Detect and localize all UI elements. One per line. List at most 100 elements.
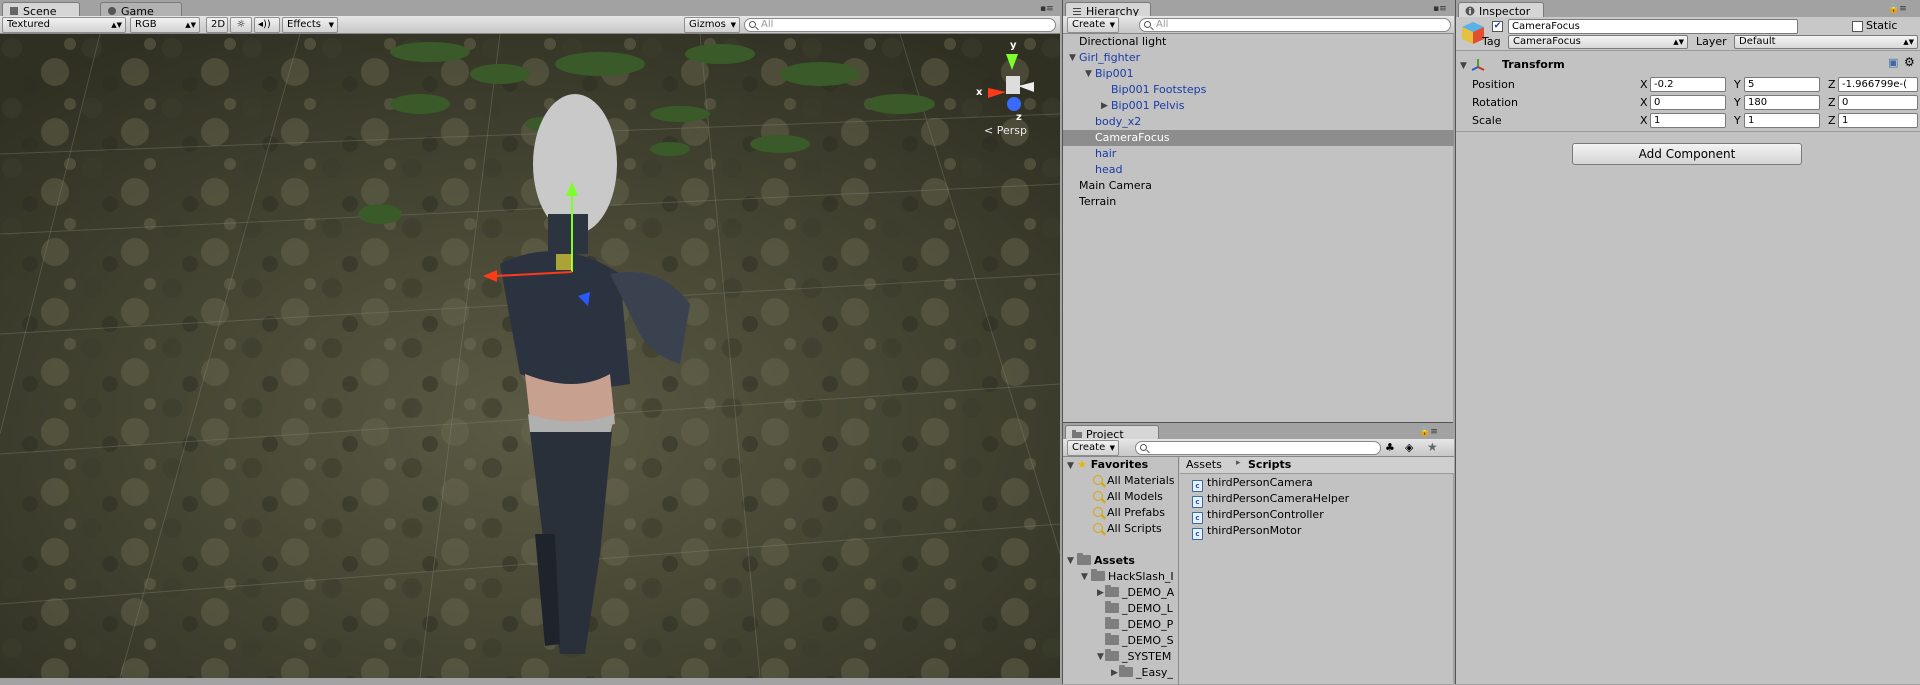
breadcrumb-scripts[interactable]: Scripts [1248, 458, 1291, 471]
scale-x-field[interactable]: 1 [1650, 113, 1726, 128]
position-z-field[interactable]: -1.966799e-( [1838, 77, 1918, 92]
tag-dropdown[interactable]: CameraFocus ▲▼ [1508, 35, 1688, 49]
orientation-gizmo[interactable]: y x z < Persp [970, 40, 1050, 140]
favorite-item-label: All Prefabs [1107, 506, 1165, 519]
expand-arrow-icon[interactable]: ▼ [1069, 53, 1076, 63]
folder-item[interactable]: _DEMO_L [1105, 601, 1173, 617]
folder-item[interactable]: _DEMO_P [1105, 617, 1173, 633]
axis-x-label[interactable]: X [1640, 96, 1648, 110]
file-item[interactable]: c thirdPersonMotor [1192, 523, 1301, 540]
axis-z-label[interactable]: Z [1828, 96, 1836, 110]
hierarchy-item[interactable]: hair [1095, 146, 1116, 162]
assets-header[interactable]: Assets [1077, 553, 1135, 569]
expand-arrow-icon[interactable]: ▼ [1067, 556, 1074, 566]
expand-arrow-icon[interactable]: ▼ [1097, 652, 1104, 662]
gear-icon[interactable]: ⚙ [1904, 55, 1915, 69]
scale-z-field[interactable]: 1 [1838, 113, 1918, 128]
expand-arrow-icon[interactable]: ▼ [1067, 461, 1074, 471]
panel-lock-menu-icon[interactable]: 🔒≡ [1419, 427, 1438, 437]
file-item[interactable]: c thirdPersonController [1192, 507, 1324, 524]
static-checkbox[interactable] [1852, 21, 1863, 32]
projection-label[interactable]: < Persp [984, 124, 1027, 137]
folder-item[interactable]: _Easy_ [1119, 665, 1173, 681]
project-search-input[interactable] [1135, 441, 1381, 455]
expand-arrow-icon[interactable]: ▶ [1097, 588, 1104, 598]
favorite-item[interactable]: All Models [1093, 489, 1163, 505]
transform-component: ▼ Transform ▣ ⚙ Position X -0.2 Y 5 Z -1… [1456, 52, 1920, 132]
active-checkbox[interactable]: ✔ [1492, 21, 1503, 32]
rotation-x-field[interactable]: 0 [1650, 95, 1726, 110]
object-name-input[interactable]: CameraFocus [1508, 19, 1798, 34]
breadcrumb-separator-icon: ▸ [1236, 458, 1241, 468]
object-name-value: CameraFocus [1512, 21, 1580, 32]
favorite-star-icon[interactable]: ★ [1427, 440, 1438, 454]
project-right-pane: Assets ▸ Scripts c thirdPersonCamera c thi… [1180, 457, 1454, 685]
color-mode-label: RGB [135, 19, 157, 30]
breadcrumb-assets[interactable]: Assets [1186, 458, 1222, 471]
axis-z-label[interactable]: Z [1828, 114, 1836, 128]
favorites-header[interactable]: ★ Favorites [1077, 457, 1148, 473]
hierarchy-search-input[interactable]: All [1139, 18, 1451, 32]
file-item[interactable]: c thirdPersonCamera [1192, 475, 1313, 492]
toggle-2d-button[interactable]: 2D [206, 17, 228, 33]
filter-type-icon[interactable]: ♣ [1385, 441, 1395, 454]
hierarchy-item[interactable]: head [1095, 162, 1122, 178]
hierarchy-item-selected[interactable]: CameraFocus [1095, 130, 1170, 146]
axis-x-label[interactable]: X [1640, 78, 1648, 92]
hierarchy-item[interactable]: Bip001 Pelvis [1111, 98, 1184, 114]
scale-y-field[interactable]: 1 [1744, 113, 1820, 128]
color-mode-dropdown[interactable]: RGB ▲▼ [130, 17, 200, 33]
hierarchy-item[interactable]: Bip001 [1095, 66, 1134, 82]
project-create-button[interactable]: Create ▼ [1067, 440, 1119, 456]
audio-toggle-button[interactable]: ◂)) [254, 17, 280, 33]
rotation-y-field[interactable]: 180 [1744, 95, 1820, 110]
expand-arrow-icon[interactable]: ▼ [1081, 572, 1088, 582]
axis-z-label[interactable]: Z [1828, 78, 1836, 92]
axis-y-label[interactable]: Y [1734, 114, 1741, 128]
filter-label-icon[interactable]: ◈ [1405, 441, 1413, 454]
panel-menu-icon[interactable]: ▪≡ [1433, 4, 1447, 14]
hierarchy-item[interactable]: Directional light [1079, 34, 1166, 50]
object-header: ✔ CameraFocus Static Tag CameraFocus ▲▼ L… [1456, 17, 1920, 51]
file-item[interactable]: c thirdPersonCameraHelper [1192, 491, 1349, 508]
expand-arrow-icon[interactable]: ▶ [1101, 101, 1108, 111]
layer-dropdown[interactable]: Default ▲▼ [1734, 35, 1918, 49]
favorite-item[interactable]: All Prefabs [1093, 505, 1165, 521]
folder-icon [1119, 665, 1133, 677]
hierarchy-item[interactable]: Bip001 Footsteps [1111, 82, 1206, 98]
transform-title[interactable]: Transform [1502, 58, 1565, 71]
favorite-item[interactable]: All Materials [1093, 473, 1175, 489]
folder-item[interactable]: _DEMO_A [1105, 585, 1174, 601]
folder-item[interactable]: HackSlash_I [1091, 569, 1174, 585]
lighting-toggle-button[interactable]: ☼ [230, 17, 252, 33]
folder-item[interactable]: _DEMO_S [1105, 633, 1174, 649]
collapse-arrow-icon[interactable]: ▼ [1460, 61, 1467, 71]
position-y-field[interactable]: 5 [1744, 77, 1820, 92]
rotation-z-field[interactable]: 0 [1838, 95, 1918, 110]
favorite-item[interactable]: All Scripts [1093, 521, 1162, 537]
axis-x-label[interactable]: X [1640, 114, 1648, 128]
scene-viewport[interactable]: y x z < Persp [0, 34, 1060, 678]
scene-search-input[interactable]: All [744, 18, 1056, 32]
folder-item[interactable]: _SYSTEM [1105, 649, 1171, 665]
panel-lock-menu-icon[interactable]: 🔒≡ [1888, 4, 1907, 14]
expand-arrow-icon[interactable]: ▼ [1085, 69, 1092, 79]
folder-icon [1072, 430, 1082, 438]
rotation-x-value: 0 [1654, 97, 1661, 108]
expand-arrow-icon[interactable]: ▶ [1111, 668, 1118, 678]
position-x-field[interactable]: -0.2 [1650, 77, 1726, 92]
hierarchy-item[interactable]: body_x2 [1095, 114, 1141, 130]
gizmos-dropdown[interactable]: Gizmos ▼ [684, 17, 740, 33]
hierarchy-item[interactable]: Girl_fighter [1079, 50, 1140, 66]
panel-menu-icon[interactable]: ▪≡ [1040, 4, 1054, 14]
render-mode-dropdown[interactable]: Textured ▲▼ [2, 17, 126, 33]
help-book-icon[interactable]: ▣ [1888, 56, 1898, 69]
hierarchy-item-label: Terrain [1079, 195, 1117, 208]
hierarchy-item[interactable]: Main Camera [1079, 178, 1152, 194]
axis-y-label[interactable]: Y [1734, 96, 1741, 110]
hierarchy-item[interactable]: Terrain [1079, 194, 1116, 210]
add-component-button[interactable]: Add Component [1572, 143, 1802, 165]
effects-dropdown[interactable]: Effects ▼ [282, 17, 338, 33]
hierarchy-create-button[interactable]: Create ▼ [1067, 17, 1119, 33]
axis-y-label[interactable]: Y [1734, 78, 1741, 92]
